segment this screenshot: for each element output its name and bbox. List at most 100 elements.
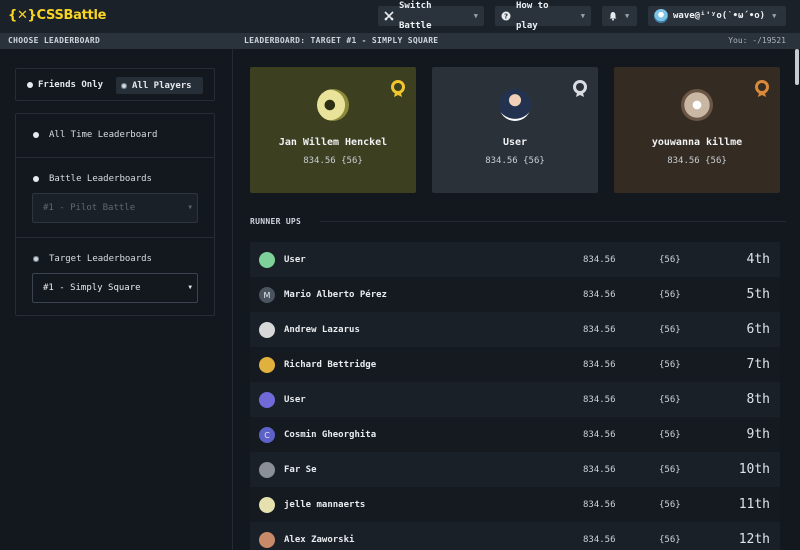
runner-name: Alex Zaworski — [284, 534, 355, 545]
podium-name: youwanna killme — [651, 137, 743, 148]
scrollbar[interactable] — [794, 49, 800, 550]
avatar: M — [259, 287, 275, 303]
bell-icon — [608, 11, 618, 21]
table-row[interactable]: C Cosmin Gheorghita 834.56 {56} 9th — [250, 417, 780, 452]
battle-select-value: #1 - Pilot Battle — [43, 203, 136, 213]
radio-icon — [121, 82, 127, 89]
radio-icon — [27, 82, 33, 88]
table-row[interactable]: User 834.56 {56} 4th — [250, 242, 780, 277]
avatar — [681, 89, 713, 121]
runner-score: 834.56 — [583, 324, 616, 335]
notifications-button[interactable]: ▼ — [602, 6, 637, 26]
table-row[interactable]: Alex Zaworski 834.56 {56} 12th — [250, 522, 780, 550]
table-row[interactable]: Andrew Lazarus 834.56 {56} 6th — [250, 312, 780, 347]
battle-leaderboards-option[interactable]: Battle Leaderboards #1 - Pilot Battle ▼ — [16, 158, 214, 238]
table-row[interactable]: User 834.56 {56} 8th — [250, 382, 780, 417]
runner-char-count: {56} — [659, 429, 681, 440]
divider — [320, 221, 786, 222]
chevron-down-icon: ▼ — [625, 12, 630, 20]
runner-name: jelle mannaerts — [284, 499, 366, 510]
runner-name: Andrew Lazarus — [284, 324, 360, 335]
battle-leaderboards-label: Battle Leaderboards — [49, 174, 152, 184]
runner-char-count: {56} — [659, 254, 681, 265]
podium-score: 834.56 {56} — [303, 156, 363, 166]
user-menu-button[interactable]: wave@ⁱ'ʸo(ˋ•ω´•o) ▼ — [648, 6, 786, 26]
avatar — [499, 89, 531, 121]
help-icon: ? — [501, 11, 511, 21]
radio-icon — [33, 256, 39, 262]
all-players-option[interactable]: All Players — [116, 77, 203, 94]
table-row[interactable]: jelle mannaerts 834.56 {56} 11th — [250, 487, 780, 522]
target-select[interactable]: #1 - Simply Square ▼ — [32, 273, 198, 303]
runner-char-count: {56} — [659, 359, 681, 370]
target-leaderboards-label: Target Leaderboards — [49, 254, 152, 264]
avatar — [654, 9, 668, 23]
radio-icon — [33, 176, 39, 182]
leaderboard-type-list: All Time Leaderboard Battle Leaderboards… — [15, 113, 215, 316]
runner-name: User — [284, 254, 306, 265]
avatar — [317, 89, 349, 121]
runner-score: 834.56 — [583, 359, 616, 370]
podium-score: 834.56 {56} — [667, 156, 727, 166]
runner-char-count: {56} — [659, 464, 681, 475]
avatar — [259, 357, 275, 373]
all-time-label: All Time Leaderboard — [49, 130, 158, 140]
logo-symbol: {✕} — [8, 8, 37, 23]
friends-only-option[interactable]: Friends Only — [27, 80, 103, 90]
logo[interactable]: {✕}CSSBattle — [8, 8, 106, 23]
runner-rank: 9th — [746, 427, 770, 442]
section-header-bar: CHOOSE LEADERBOARD LEADERBOARD: TARGET #… — [0, 33, 800, 49]
table-row[interactable]: Far Se 834.56 {56} 10th — [250, 452, 780, 487]
podium-name: Jan Willem Henckel — [278, 137, 388, 148]
gold-medal-icon — [391, 80, 405, 97]
runner-rank: 4th — [746, 252, 770, 267]
runner-name: Cosmin Gheorghita — [284, 429, 377, 440]
runner-name: Mario Alberto Pérez — [284, 289, 387, 300]
podium-card-second[interactable]: User 834.56 {56} — [432, 67, 598, 193]
runner-score: 834.56 — [583, 254, 616, 265]
runner-rank: 7th — [746, 357, 770, 372]
runner-ups-list: User 834.56 {56} 4th M Mario Alberto Pérez 834… — [250, 242, 780, 550]
table-row[interactable]: M Mario Alberto Pérez 834.56 {56} 5th — [250, 277, 780, 312]
runner-rank: 8th — [746, 392, 770, 407]
leaderboard-sidebar: Friends Only All Players All Time Leader… — [0, 49, 233, 550]
leaderboard-main: Jan Willem Henckel 834.56 {56} User 834.… — [234, 49, 800, 550]
target-leaderboards-option[interactable]: Target Leaderboards #1 - Simply Square ▼ — [16, 238, 214, 316]
scrollbar-thumb[interactable] — [795, 49, 799, 85]
runner-char-count: {56} — [659, 289, 681, 300]
runner-char-count: {56} — [659, 394, 681, 405]
runner-ups-heading: RUNNER UPS — [250, 217, 302, 226]
podium-card-third[interactable]: youwanna killme 834.56 {56} — [614, 67, 780, 193]
how-to-play-button[interactable]: ? How to play ▼ — [495, 1, 591, 31]
silver-medal-icon — [573, 80, 587, 97]
runner-score: 834.56 — [583, 534, 616, 545]
avatar — [259, 322, 275, 338]
current-leaderboard-heading: LEADERBOARD: TARGET #1 - SIMPLY SQUARE — [244, 36, 439, 45]
chevron-down-icon: ▼ — [580, 12, 585, 20]
runner-rank: 5th — [746, 287, 770, 302]
friends-only-label: Friends Only — [38, 80, 104, 90]
switch-battle-button[interactable]: Switch Battle ▼ — [378, 1, 484, 31]
runner-rank: 10th — [738, 462, 770, 477]
choose-leaderboard-heading: CHOOSE LEADERBOARD — [8, 36, 101, 45]
battle-select[interactable]: #1 - Pilot Battle ▼ — [32, 193, 198, 223]
podium-name: User — [502, 137, 528, 148]
chevron-down-icon: ▼ — [473, 12, 478, 20]
chevron-down-icon: ▼ — [188, 204, 192, 211]
runner-score: 834.56 — [583, 394, 616, 405]
player-filter: Friends Only All Players — [15, 68, 215, 101]
switch-battle-label: Switch Battle — [399, 1, 432, 31]
avatar — [259, 392, 275, 408]
runner-name: Far Se — [284, 464, 317, 475]
username-label: wave@ⁱ'ʸo(ˋ•ω´•o) — [673, 11, 766, 21]
runner-score: 834.56 — [583, 429, 616, 440]
table-row[interactable]: Richard Bettridge 834.56 {56} 7th — [250, 347, 780, 382]
all-time-option[interactable]: All Time Leaderboard — [16, 114, 214, 158]
runner-char-count: {56} — [659, 534, 681, 545]
runner-score: 834.56 — [583, 499, 616, 510]
your-rank: You: -/19521 — [728, 36, 786, 45]
runner-score: 834.56 — [583, 289, 616, 300]
chevron-down-icon: ▼ — [188, 284, 192, 291]
podium-card-first[interactable]: Jan Willem Henckel 834.56 {56} — [250, 67, 416, 193]
runner-name: Richard Bettridge — [284, 359, 377, 370]
